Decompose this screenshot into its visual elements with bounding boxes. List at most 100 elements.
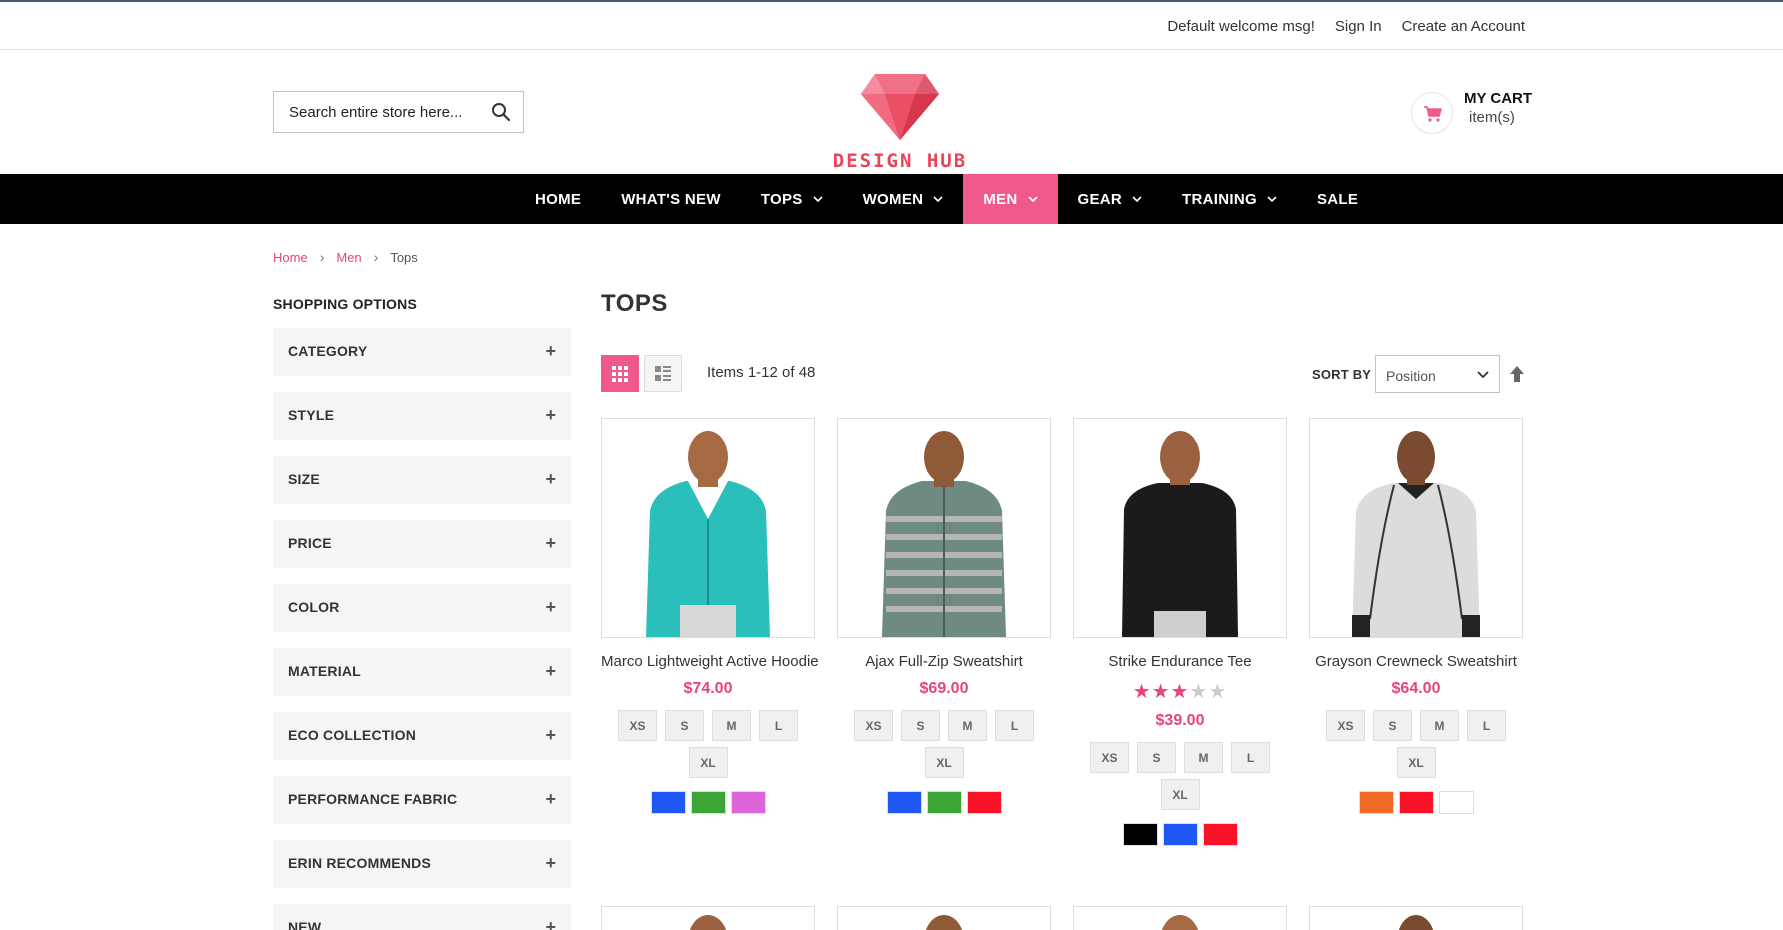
filter-label: PRICE <box>288 535 332 551</box>
logo[interactable]: DESIGN HUB <box>827 68 973 176</box>
color-swatch[interactable] <box>1438 791 1474 814</box>
color-swatch[interactable] <box>1358 791 1394 814</box>
page-title: TOPS <box>601 290 668 317</box>
breadcrumb-home[interactable]: Home <box>273 250 308 265</box>
nav-label: GEAR <box>1077 190 1123 208</box>
product-photo <box>1122 431 1238 637</box>
nav-women[interactable]: WOMEN <box>843 174 964 224</box>
nav-men[interactable]: MEN <box>963 174 1058 224</box>
product-image[interactable] <box>837 906 1051 930</box>
color-swatch[interactable] <box>1122 823 1158 846</box>
list-view-button[interactable] <box>644 355 682 392</box>
size-option[interactable]: S <box>901 710 940 741</box>
size-option[interactable]: XL <box>1160 779 1200 810</box>
size-swatches: XS S M L XL <box>1073 742 1287 810</box>
size-option[interactable]: L <box>759 710 798 741</box>
color-swatch[interactable] <box>1202 823 1238 846</box>
size-option[interactable]: S <box>1373 710 1412 741</box>
sort-direction-button[interactable] <box>1509 365 1525 383</box>
color-swatch[interactable] <box>886 791 922 814</box>
star-icon: ★ <box>1151 681 1171 703</box>
filter-erin-recommends[interactable]: ERIN RECOMMENDS + <box>273 840 571 888</box>
product-image[interactable] <box>1309 418 1523 638</box>
grid-view-button[interactable] <box>601 355 639 392</box>
color-swatch[interactable] <box>926 791 962 814</box>
filter-eco-collection[interactable]: ECO COLLECTION + <box>273 712 571 760</box>
plus-icon: + <box>545 469 556 489</box>
items-amount: Items 1-12 of 48 <box>707 364 816 381</box>
product-image[interactable] <box>601 906 815 930</box>
size-option[interactable]: M <box>1184 742 1223 773</box>
filter-new[interactable]: NEW + <box>273 904 571 930</box>
size-option[interactable]: XS <box>1090 742 1129 773</box>
size-option[interactable]: M <box>1420 710 1459 741</box>
filter-category[interactable]: CATEGORY + <box>273 328 571 376</box>
product-name[interactable]: Marco Lightweight Active Hoodie <box>601 653 819 670</box>
size-swatches: XS S M L XL <box>837 710 1051 778</box>
cart-icon-circle[interactable] <box>1411 92 1453 134</box>
product-image[interactable] <box>1309 906 1523 930</box>
nav-training[interactable]: TRAINING <box>1162 174 1297 224</box>
size-option[interactable]: S <box>1137 742 1176 773</box>
product-name[interactable]: Grayson Crewneck Sweatshirt <box>1309 653 1523 670</box>
nav-label: SALE <box>1316 190 1359 208</box>
filter-label: PERFORMANCE FABRIC <box>288 791 458 807</box>
product-image[interactable] <box>837 418 1051 638</box>
product-price: $39.00 <box>1155 712 1205 729</box>
nav-sale[interactable]: SALE <box>1297 174 1378 224</box>
nav-home[interactable]: HOME <box>515 174 601 224</box>
filter-color[interactable]: COLOR + <box>273 584 571 632</box>
size-option[interactable]: XS <box>1326 710 1365 741</box>
plus-icon: + <box>545 917 556 930</box>
search-icon[interactable] <box>491 102 513 124</box>
color-swatch[interactable] <box>966 791 1002 814</box>
product-name[interactable]: Strike Endurance Tee <box>1073 653 1287 670</box>
create-account-link[interactable]: Create an Account <box>1402 18 1525 35</box>
filter-style[interactable]: STYLE + <box>273 392 571 440</box>
size-option[interactable]: XL <box>1396 747 1436 778</box>
size-option[interactable]: XS <box>618 710 657 741</box>
product-image[interactable] <box>601 418 815 638</box>
product-name[interactable]: Ajax Full-Zip Sweatshirt <box>837 653 1051 670</box>
product-item: Grayson Crewneck Sweatshirt $64.00 XS S … <box>1309 418 1523 814</box>
filter-performance-fabric[interactable]: PERFORMANCE FABRIC + <box>273 776 571 824</box>
product-image[interactable] <box>1073 906 1287 930</box>
size-option[interactable]: XL <box>924 747 964 778</box>
plus-icon: + <box>545 597 556 617</box>
nav-label: TRAINING <box>1182 190 1257 208</box>
star-icon: ★ <box>1170 681 1190 703</box>
filter-label: CATEGORY <box>288 343 368 359</box>
nav-gear[interactable]: GEAR <box>1058 174 1163 224</box>
product-price: $74.00 <box>683 680 733 697</box>
sort-select[interactable]: Position <box>1375 355 1500 393</box>
size-option[interactable]: S <box>665 710 704 741</box>
search-input[interactable] <box>274 92 474 132</box>
mini-cart[interactable]: MY CART item(s) <box>1411 90 1571 134</box>
size-option[interactable]: XL <box>688 747 728 778</box>
chevron-down-icon <box>1477 371 1489 379</box>
filter-size[interactable]: SIZE + <box>273 456 571 504</box>
size-option[interactable]: M <box>948 710 987 741</box>
color-swatch[interactable] <box>650 791 686 814</box>
color-swatch[interactable] <box>690 791 726 814</box>
size-option[interactable]: L <box>995 710 1034 741</box>
size-option[interactable]: L <box>1467 710 1506 741</box>
filter-price[interactable]: PRICE + <box>273 520 571 568</box>
color-swatch[interactable] <box>730 791 766 814</box>
star-icon: ★ <box>1189 681 1209 703</box>
size-option[interactable]: M <box>712 710 751 741</box>
filter-material[interactable]: MATERIAL + <box>273 648 571 696</box>
color-swatch[interactable] <box>1162 823 1198 846</box>
filter-label: STYLE <box>288 407 335 423</box>
star-icon: ★ <box>1208 681 1228 703</box>
product-image[interactable] <box>1073 418 1287 638</box>
color-swatch[interactable] <box>1398 791 1434 814</box>
header: DESIGN HUB MY CART item(s) <box>0 50 1783 174</box>
nav-whats-new[interactable]: WHAT'S NEW <box>601 174 741 224</box>
nav-tops[interactable]: TOPS <box>741 174 843 224</box>
sign-in-link[interactable]: Sign In <box>1335 18 1382 35</box>
size-option[interactable]: L <box>1231 742 1270 773</box>
product-photo <box>1352 431 1480 637</box>
size-option[interactable]: XS <box>854 710 893 741</box>
breadcrumb-men[interactable]: Men <box>336 250 361 265</box>
